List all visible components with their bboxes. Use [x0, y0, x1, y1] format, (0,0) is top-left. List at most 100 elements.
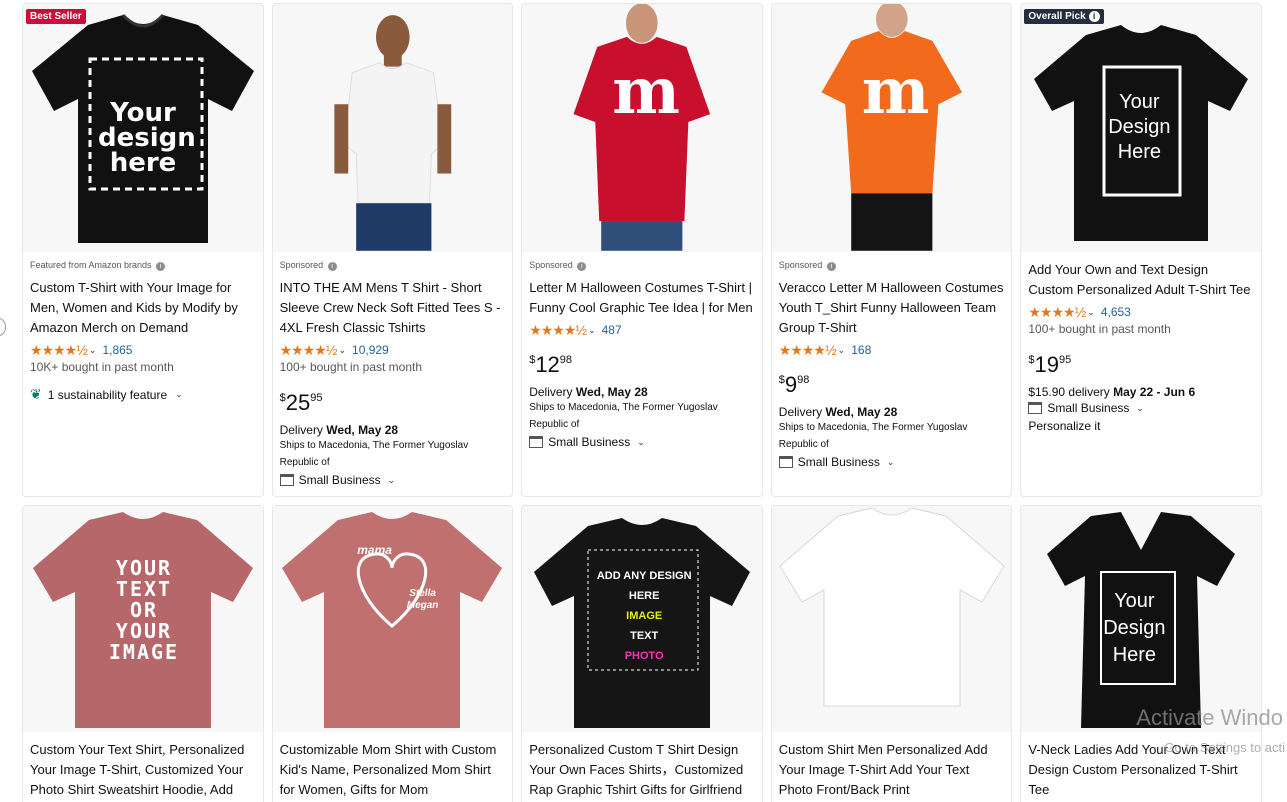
product-card[interactable]: YOUR TEXT OR YOUR IMAGE Custom Your Text… — [22, 505, 264, 802]
product-card[interactable]: Overall Pick i Your Design Here Add Your … — [1020, 3, 1262, 497]
star-rating-icon: ★★★★½ — [529, 321, 587, 338]
product-image[interactable]: m — [771, 4, 1012, 252]
kid-names-text: Stella Megan — [406, 588, 439, 611]
delivery-info: Delivery Wed, May 28 — [778, 405, 898, 419]
sponsored-label: Sponsored i — [280, 260, 507, 272]
tshirt-image — [778, 507, 1005, 707]
tshirt-image — [282, 512, 503, 728]
product-card[interactable]: Best Seller Your design here Featured fr… — [22, 3, 264, 497]
info-icon[interactable]: i — [577, 262, 587, 271]
delivery-info: Delivery Wed, May 28 — [529, 385, 648, 399]
product-title[interactable]: Letter M Halloween Costumes T-Shirt | Fu… — [529, 278, 756, 318]
rating[interactable]: ★★★★½ ⌄ 4,653 — [1028, 302, 1255, 322]
bought-count: 100+ bought in past month — [279, 360, 423, 374]
product-image[interactable]: Best Seller Your design here — [23, 4, 263, 252]
mama-text: mama — [357, 543, 392, 557]
chevron-down-icon[interactable]: ⌄ — [338, 345, 346, 356]
product-card[interactable]: Custom Shirt Men Personalized Add Your I… — [770, 505, 1013, 802]
product-title[interactable]: Personalized Custom T Shirt Design Your … — [529, 740, 756, 800]
chevron-down-icon[interactable]: ⌄ — [388, 475, 396, 486]
product-title[interactable]: Custom Shirt Men Personalized Add Your I… — [779, 740, 1006, 800]
product-card[interactable]: Your Design Here V-Neck Ladies Add Your … — [1020, 505, 1262, 802]
product-image[interactable] — [771, 506, 1012, 732]
chevron-down-icon[interactable]: ⌄ — [588, 325, 596, 336]
rating-count[interactable]: 487 — [602, 323, 622, 337]
design-placeholder-text: Your Design Here — [1108, 91, 1171, 163]
price[interactable]: $998 — [779, 366, 1006, 399]
product-image[interactable]: m — [522, 4, 762, 252]
product-card[interactable]: Sponsored i INTO THE AM Mens T Shirt - S… — [271, 3, 514, 497]
price[interactable]: $2595 — [280, 384, 507, 417]
rating[interactable]: ★★★★½ ⌄ 10,929 — [280, 340, 507, 360]
rating-count[interactable]: 4,653 — [1101, 305, 1131, 319]
activate-windows-watermark: Activate Windo — [1136, 705, 1283, 730]
product-card[interactable]: mama Stella Megan Customizable Mom Shirt… — [271, 505, 514, 802]
small-business-badge[interactable]: Small Business ⌄ — [778, 455, 1006, 469]
design-lines: ADD ANY DESIGN HERE IMAGE TEXT PHOTO — [596, 570, 692, 662]
ships-to: Ships to Macedonia, The Former Yugoslav … — [529, 402, 718, 430]
delivery-info: Delivery Wed, May 28 — [279, 423, 399, 437]
product-image[interactable] — [272, 4, 513, 252]
chevron-down-icon[interactable]: ⌄ — [637, 437, 645, 448]
product-card[interactable]: m Sponsored i Letter M Halloween Costume… — [521, 3, 763, 497]
product-grid: Best Seller Your design here Featured fr… — [22, 3, 1262, 802]
small-business-badge[interactable]: Small Business ⌄ — [279, 473, 507, 487]
store-icon — [279, 474, 294, 486]
product-card[interactable]: ADD ANY DESIGN HERE IMAGE TEXT PHOTO Per… — [521, 505, 763, 802]
price[interactable]: $1995 — [1028, 346, 1255, 379]
rating[interactable]: ★★★★½ ⌄ 1,865 — [30, 340, 257, 360]
sponsored-label: Sponsored i — [779, 260, 1006, 272]
featured-label: Featured from Amazon brands i — [30, 260, 257, 272]
activate-windows-subtext: Go to Settings to acti — [1164, 740, 1285, 755]
chevron-down-icon[interactable]: ⌄ — [89, 345, 97, 356]
chevron-down-icon[interactable]: ⌄ — [838, 345, 846, 356]
product-image[interactable]: Your Design Here — [1021, 506, 1261, 732]
product-title[interactable]: Add Your Own and Text Design Custom Pers… — [1028, 260, 1255, 300]
design-placeholder-text: YOUR TEXT OR YOUR IMAGE — [108, 556, 180, 664]
sustainability-feature[interactable]: ❦ 1 sustainability feature ⌄ — [30, 386, 257, 403]
rating-count[interactable]: 1,865 — [102, 343, 132, 357]
delivery-info: $15.90 delivery May 22 - Jun 6 — [1028, 385, 1196, 399]
product-image[interactable]: mama Stella Megan — [272, 506, 513, 732]
info-icon[interactable]: i — [1088, 11, 1100, 22]
model-tshirt-image — [333, 15, 451, 251]
small-business-badge[interactable]: Small Business ⌄ — [529, 435, 756, 449]
bought-count: 100+ bought in past month — [1028, 322, 1171, 336]
chevron-down-icon[interactable]: ⌄ — [1087, 307, 1095, 318]
chevron-down-icon[interactable]: ⌄ — [1136, 403, 1144, 414]
product-image[interactable]: Overall Pick i Your Design Here — [1021, 4, 1261, 252]
product-card[interactable]: m Sponsored i Veracco Letter M Halloween… — [770, 3, 1013, 497]
letter-m-graphic: m — [612, 54, 680, 129]
rating[interactable]: ★★★★½ ⌄ 168 — [779, 340, 1006, 360]
bought-count: 10K+ bought in past month — [30, 360, 174, 374]
chevron-down-icon[interactable]: ⌄ — [887, 457, 895, 468]
product-title[interactable]: INTO THE AM Mens T Shirt - Short Sleeve … — [280, 278, 507, 338]
rating[interactable]: ★★★★½ ⌄ 487 — [529, 320, 756, 340]
ships-to: Ships to Macedonia, The Former Yugoslav … — [279, 440, 469, 468]
letter-m-graphic: m — [861, 54, 930, 129]
star-rating-icon: ★★★★½ — [279, 341, 338, 358]
product-image[interactable]: ADD ANY DESIGN HERE IMAGE TEXT PHOTO — [522, 506, 762, 732]
info-icon[interactable]: i — [327, 262, 337, 271]
rating-count[interactable]: 168 — [851, 343, 871, 357]
product-image[interactable]: YOUR TEXT OR YOUR IMAGE — [23, 506, 263, 732]
chevron-down-icon[interactable]: ⌄ — [175, 389, 183, 400]
star-rating-icon: ★★★★½ — [778, 341, 837, 358]
product-title[interactable]: Customizable Mom Shirt with Custom Kid's… — [280, 740, 507, 800]
product-title[interactable]: Custom T-Shirt with Your Image for Men, … — [30, 278, 257, 338]
leaf-icon: ❦ — [30, 386, 42, 402]
personalize-link[interactable]: Personalize it — [1028, 419, 1255, 433]
info-icon[interactable]: i — [156, 262, 166, 271]
info-icon[interactable]: i — [826, 262, 836, 271]
ships-to: Ships to Macedonia, The Former Yugoslav … — [778, 422, 968, 450]
carousel-edge-button[interactable] — [0, 318, 6, 336]
design-placeholder-text: Your design here — [98, 98, 196, 178]
overall-pick-badge: Overall Pick i — [1024, 9, 1104, 24]
product-title[interactable]: Custom Your Text Shirt, Personalized You… — [30, 740, 257, 800]
rating-count[interactable]: 10,929 — [352, 343, 389, 357]
small-business-badge[interactable]: Small Business ⌄ — [1028, 401, 1255, 415]
best-seller-badge: Best Seller — [26, 9, 86, 24]
price[interactable]: $1298 — [529, 346, 756, 379]
store-icon — [1028, 402, 1043, 414]
product-title[interactable]: Veracco Letter M Halloween Costumes Yout… — [779, 278, 1006, 338]
